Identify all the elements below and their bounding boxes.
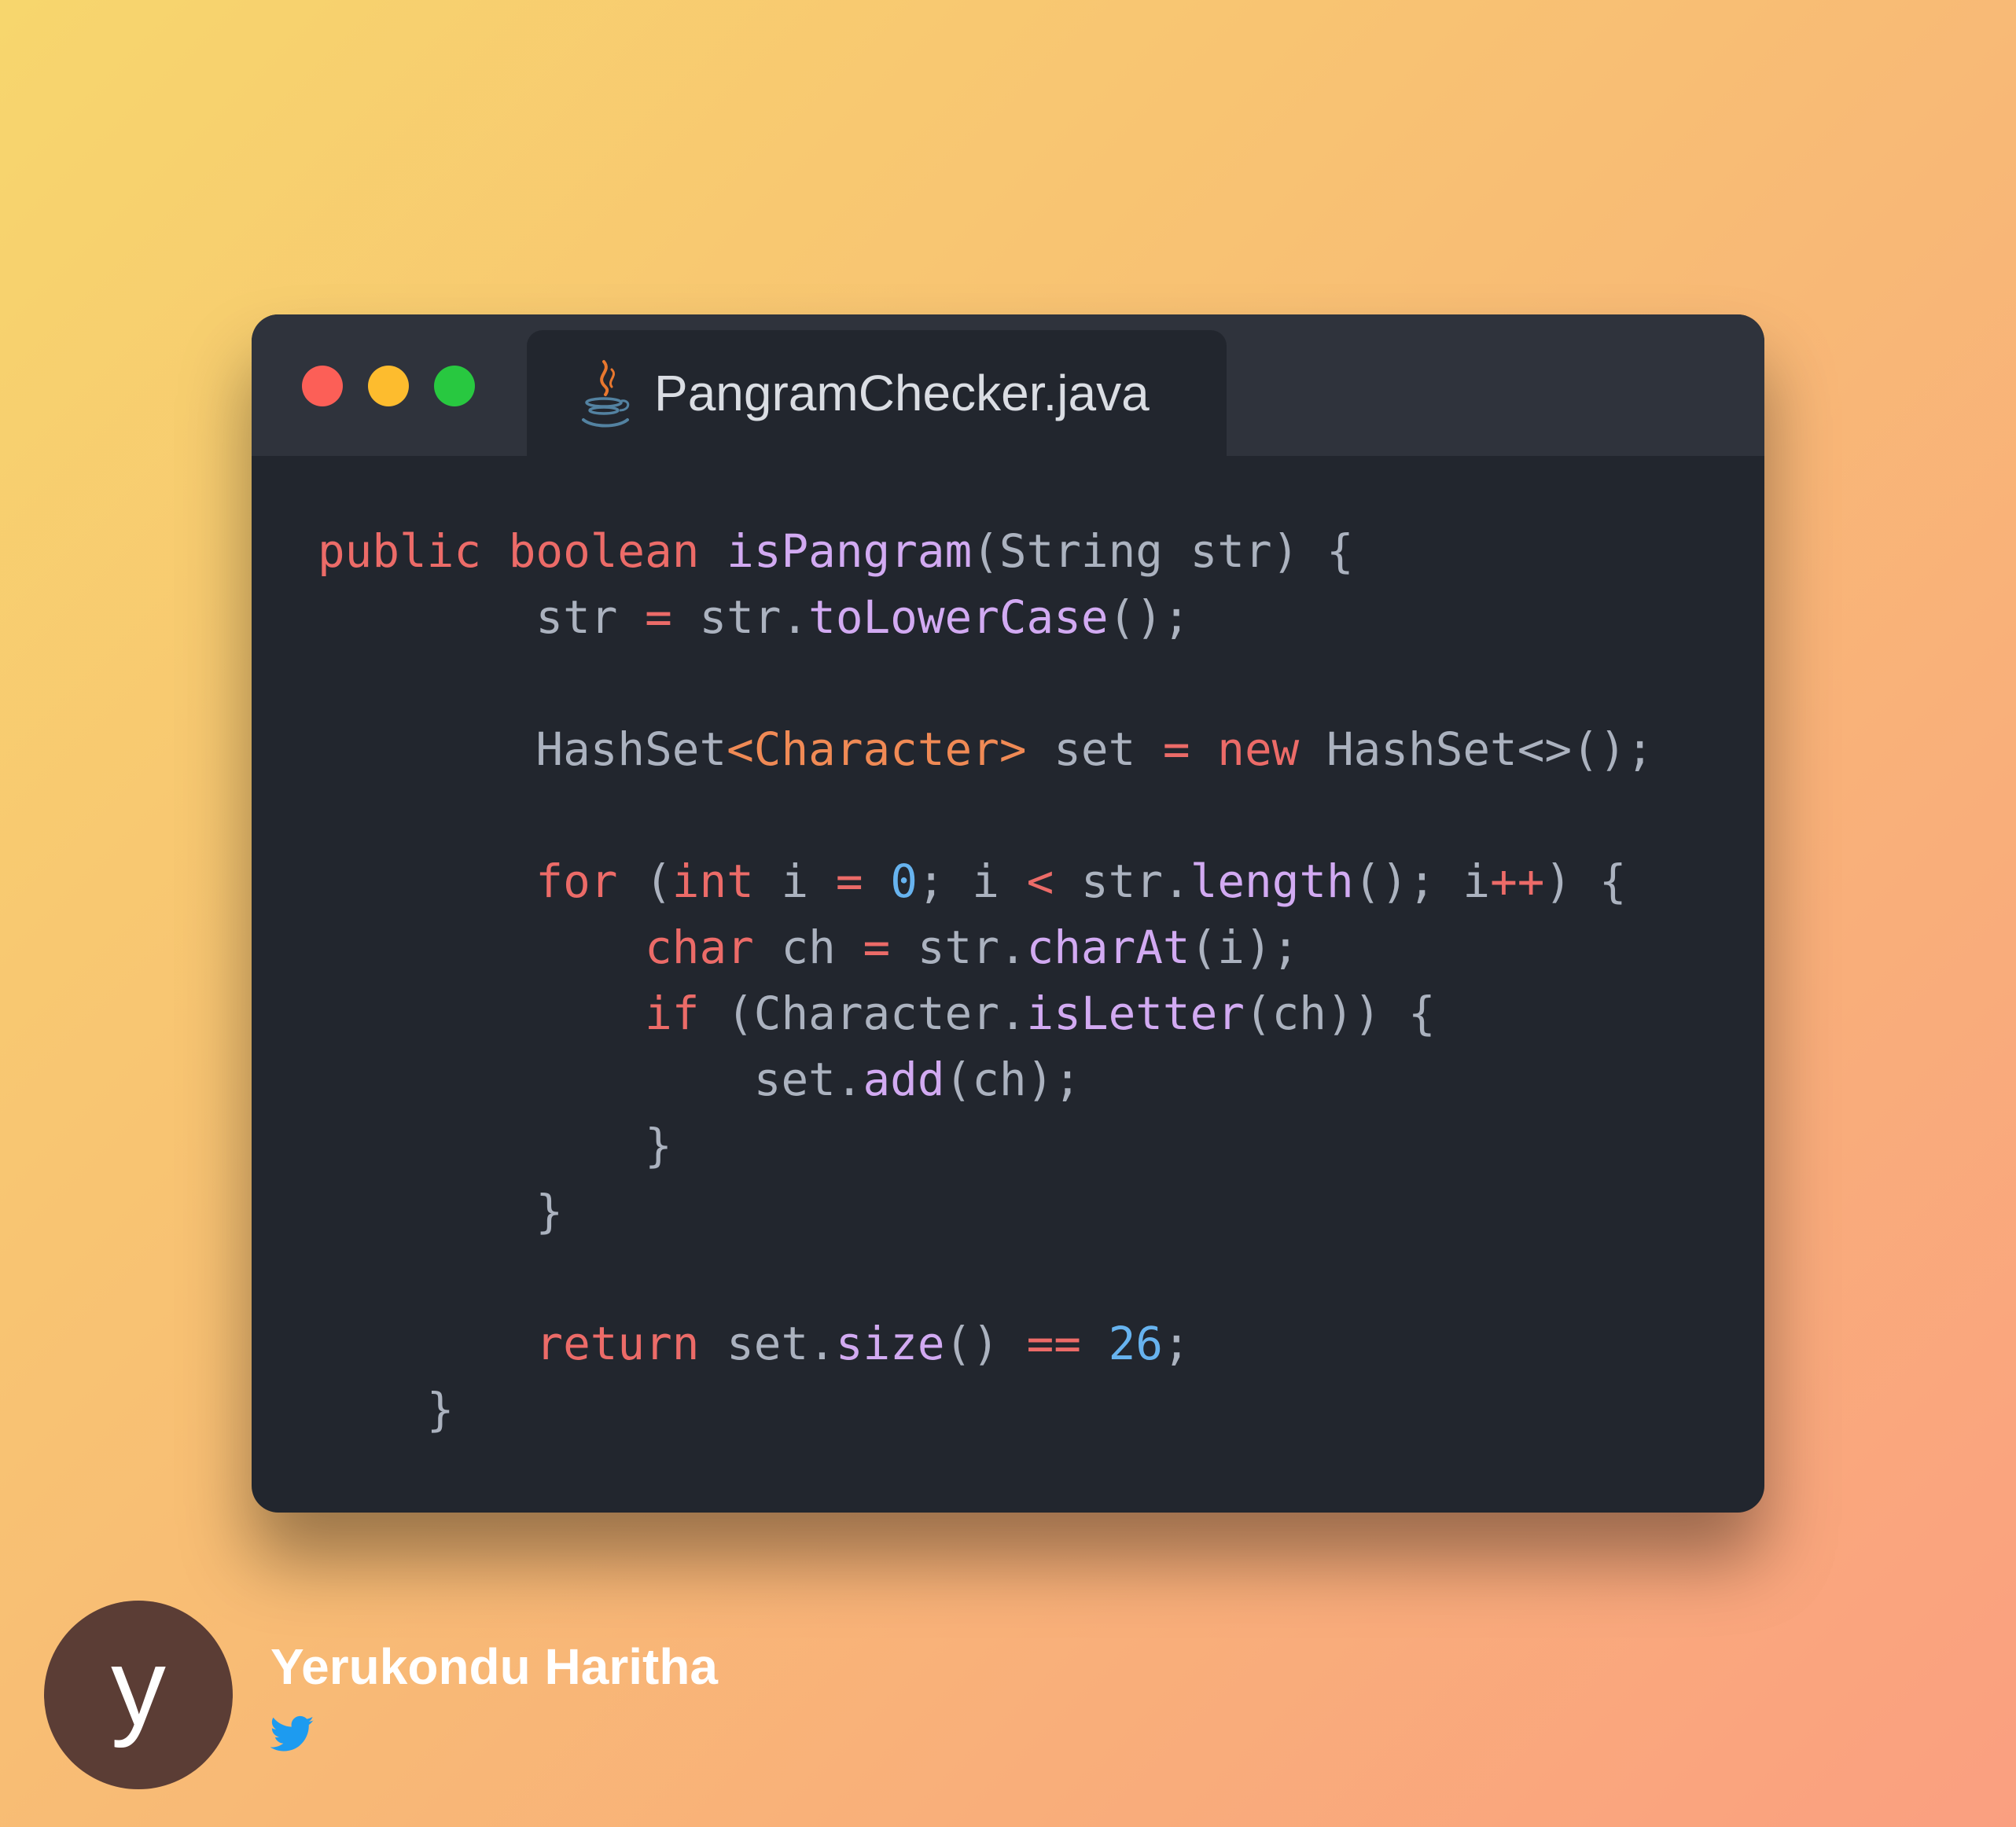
code-line-8: if (Character.isLetter(ch)) { — [645, 987, 1436, 1040]
token: int — [671, 855, 754, 908]
code-line-2: str = str.toLowerCase(); — [318, 591, 1190, 644]
close-button[interactable] — [302, 366, 343, 406]
token: toLowerCase — [808, 591, 1109, 644]
tab-label: PangramChecker.java — [654, 365, 1150, 421]
token: if — [645, 987, 700, 1040]
token: <Character> — [727, 723, 1027, 776]
token: 26 — [1108, 1318, 1163, 1370]
token: = — [835, 855, 863, 908]
token: boolean — [508, 525, 700, 578]
code-line-9: set.add(ch); — [318, 1053, 1081, 1106]
code-line-14: } — [318, 1384, 454, 1436]
token: return — [535, 1318, 700, 1370]
code-editor[interactable]: public boolean isPangram(String str) { s… — [318, 519, 1654, 1443]
avatar-letter: y — [111, 1625, 166, 1748]
file-tab[interactable]: PangramChecker.java — [527, 330, 1227, 456]
code-line-6: for (int i = 0; i < str.length(); i++) { — [535, 855, 1627, 908]
author-name: Yerukondu Haritha — [270, 1638, 718, 1695]
token: add — [863, 1053, 945, 1106]
token: length — [1190, 855, 1354, 908]
code-line-11: } — [318, 1186, 564, 1238]
token: isPangram — [727, 525, 973, 578]
token: < — [1026, 855, 1054, 908]
minimize-button[interactable] — [368, 366, 409, 406]
token: = — [863, 921, 891, 974]
code-line-10: } — [318, 1119, 672, 1172]
maximize-button[interactable] — [434, 366, 475, 406]
token: new — [1217, 723, 1300, 776]
token: ++ — [1490, 855, 1545, 908]
code-line-7: char ch = str.charAt(i); — [645, 921, 1300, 974]
token: public — [318, 525, 482, 578]
token: = — [645, 591, 672, 644]
avatar[interactable]: y — [44, 1601, 233, 1789]
code-window: PangramChecker.java public boolean isPan… — [252, 314, 1764, 1513]
java-icon — [582, 360, 630, 428]
title-bar: PangramChecker.java — [252, 314, 1764, 456]
token: for — [535, 855, 618, 908]
token: size — [835, 1318, 945, 1370]
token: = — [1162, 723, 1190, 776]
code-line-4: HashSet<Character> set = new HashSet<>()… — [318, 723, 1654, 776]
token: char — [645, 921, 754, 974]
token: isLetter — [1026, 987, 1245, 1040]
token: == — [1026, 1318, 1081, 1370]
code-line-13: return set.size() == 26; — [535, 1318, 1190, 1370]
code-line-1: public boolean isPangram(String str) { — [318, 525, 1354, 578]
twitter-icon[interactable] — [270, 1715, 315, 1753]
token: 0 — [890, 855, 918, 908]
token: charAt — [1026, 921, 1190, 974]
